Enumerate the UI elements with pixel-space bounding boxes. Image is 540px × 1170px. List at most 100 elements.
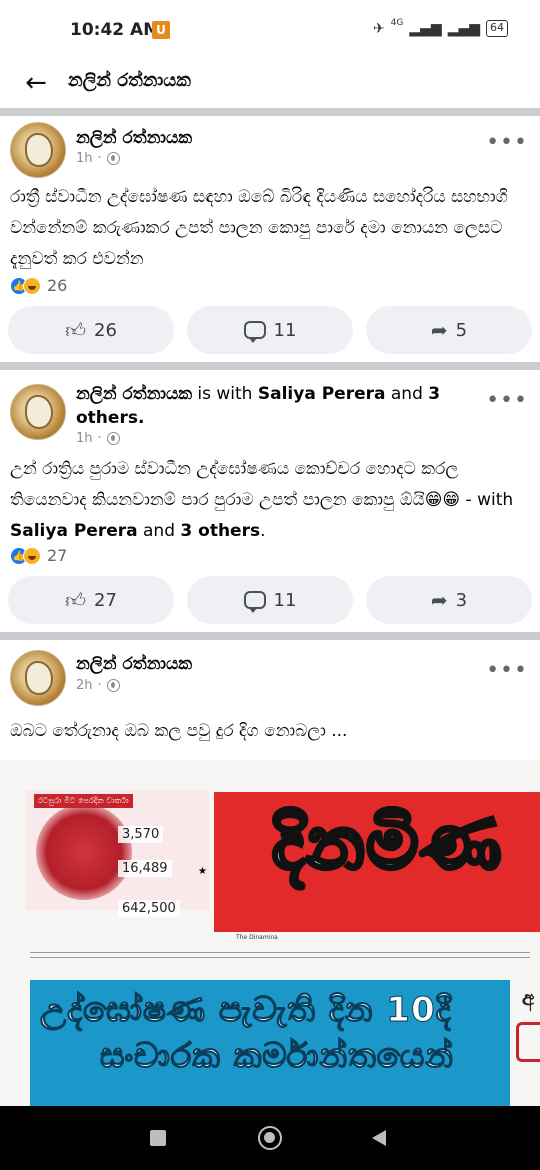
- post-1: නලින් රත්නායක 1h · ••• රාත්‍රී ස්වාධීන උද…: [0, 116, 540, 362]
- divider: [0, 362, 540, 370]
- share-button[interactable]: ➦ 3: [366, 576, 532, 624]
- tagged-others-inline[interactable]: 3 others: [180, 521, 260, 541]
- post-2: නලින් රත්නායක is with Saliya Perera and …: [0, 370, 540, 632]
- haha-reaction-icon: [23, 276, 41, 295]
- post-text: උන් රාත්‍රිය පුරාම ස්වාධීන උද්ඝෝෂණය කොච්…: [10, 454, 530, 547]
- newspaper-masthead: දිනමිණ: [214, 792, 540, 932]
- globe-icon: [106, 432, 120, 445]
- post-time[interactable]: 1h: [76, 431, 93, 446]
- right-edge-box: [516, 1022, 540, 1062]
- post-text: ඔබට තේරුනාද ඔබ කල පවු දුර දිග නොබලා ...: [10, 721, 348, 741]
- like-count: 26: [94, 319, 117, 341]
- post-text: රාත්‍රී ස්වාධීන උද්ඝෝෂණ සඳහා ඔබේ බිරිඳ ද…: [10, 187, 508, 269]
- more-options-icon[interactable]: •••: [486, 388, 528, 413]
- signal-icon-2: ▂▄▆: [447, 20, 480, 37]
- post-author[interactable]: නලින් රත්නායක: [76, 126, 496, 150]
- network-type: 4G: [390, 17, 404, 28]
- mute-icon: ✈︎: [372, 20, 385, 37]
- meta-dot: ·: [97, 431, 102, 446]
- author-name[interactable]: නලින් රත්නායක: [76, 654, 192, 674]
- haha-reaction-icon: [23, 546, 41, 565]
- avatar[interactable]: [10, 650, 66, 706]
- recents-icon[interactable]: [150, 1130, 166, 1146]
- author-name[interactable]: නලින් රත්නායක: [76, 128, 192, 148]
- tagged-person[interactable]: Saliya Perera: [258, 384, 386, 404]
- divider: [0, 632, 540, 640]
- and-label: and: [137, 521, 181, 541]
- text-end: .: [260, 521, 266, 541]
- home-icon[interactable]: [258, 1126, 282, 1150]
- reactions-count: 27: [47, 546, 68, 565]
- headline-line-2: සංචාරක කර්මාන්තයෙන්: [100, 1036, 454, 1077]
- with-prefix: is with: [197, 384, 253, 404]
- share-count: 3: [455, 589, 468, 611]
- reactions-summary[interactable]: 👍 26: [10, 276, 67, 295]
- stat-3: 642,500: [118, 900, 180, 917]
- masthead-title: දිනමිණ: [270, 798, 504, 887]
- avatar[interactable]: [10, 384, 66, 440]
- star-icon: ★: [198, 866, 207, 877]
- avatar-coin-icon: [25, 661, 53, 695]
- tagged-person-inline[interactable]: Saliya Perera: [10, 521, 138, 541]
- comment-icon: [243, 321, 266, 343]
- post-body: උන් රාත්‍රිය පුරාම ස්වාධීන උද්ඝෝෂණය කොච්…: [10, 459, 461, 510]
- thumbs-up-icon: 👍︎: [65, 317, 86, 342]
- author-name[interactable]: නලින් රත්නායක: [76, 384, 192, 404]
- post-time[interactable]: 2h: [76, 678, 93, 693]
- post-time[interactable]: 1h: [76, 151, 93, 166]
- like-button[interactable]: 👍︎ 26: [8, 306, 174, 354]
- status-time: 10:42 AM: [70, 20, 161, 40]
- masthead-small: The Dinamina: [236, 934, 278, 941]
- with-and: and: [390, 384, 423, 404]
- post-author[interactable]: නලින් රත්නායක: [76, 652, 496, 676]
- reactions-summary[interactable]: 👍 27: [10, 546, 67, 565]
- more-options-icon[interactable]: •••: [486, 130, 528, 155]
- with-label: - with: [460, 490, 514, 510]
- like-button[interactable]: 👍︎ 27: [8, 576, 174, 624]
- post-author: නලින් රත්නායක is with Saliya Perera and …: [76, 382, 496, 430]
- share-button[interactable]: ➦ 5: [366, 306, 532, 354]
- comment-count: 11: [273, 319, 297, 341]
- comment-button[interactable]: 11: [187, 576, 353, 624]
- covid-stats-panel: රටපුරා මීට පෙරදින වාර්තා 3,570 16,489 64…: [26, 790, 210, 917]
- comment-button[interactable]: 11: [187, 306, 353, 354]
- more-options-icon[interactable]: •••: [486, 658, 528, 683]
- page-title: නලින් රත්නායක: [68, 70, 191, 91]
- stat-1: 3,570: [118, 826, 164, 843]
- reactions-count: 26: [47, 276, 68, 295]
- share-count: 5: [455, 319, 468, 341]
- carrier-badge: U: [152, 21, 170, 39]
- post-meta: 1h ·: [76, 431, 120, 446]
- like-count: 27: [94, 589, 117, 611]
- meta-dot: ·: [97, 151, 102, 166]
- globe-icon: [106, 152, 120, 165]
- period: .: [137, 408, 145, 428]
- signal-icon: ▂▄▆: [409, 20, 442, 37]
- thumbs-up-icon: 👍︎: [65, 587, 86, 612]
- newspaper-rule: [30, 952, 530, 958]
- globe-icon: [106, 679, 120, 692]
- avatar-coin-icon: [25, 133, 53, 167]
- headline-banner: උද්ඝෝෂණ පැවැති දින 10දී සංචාරක කර්මාන්තය…: [30, 980, 510, 1106]
- back-arrow-icon[interactable]: ←: [20, 68, 52, 100]
- right-edge-char: අ: [522, 986, 535, 1010]
- android-nav-bar: [0, 1106, 540, 1170]
- app-bar: ← නලින් රත්නායක: [0, 60, 540, 108]
- post-image-newspaper[interactable]: රටපුරා මීට පෙරදින වාර්තා 3,570 16,489 64…: [0, 760, 540, 1106]
- meta-dot: ·: [97, 678, 102, 693]
- comment-icon: [243, 591, 266, 613]
- back-triangle-icon[interactable]: [372, 1130, 386, 1146]
- headline-line-1: උද්ඝෝෂණ පැවැති දින 10දී: [40, 990, 452, 1031]
- share-icon: ➦: [430, 318, 448, 342]
- post-meta: 2h ·: [76, 678, 120, 693]
- comment-count: 11: [273, 589, 297, 611]
- avatar[interactable]: [10, 122, 66, 178]
- stat-2: 16,489: [118, 860, 172, 877]
- divider: [0, 108, 540, 116]
- virus-graphic: [36, 804, 132, 900]
- post-meta: 1h ·: [76, 151, 120, 166]
- share-icon: ➦: [430, 588, 448, 612]
- status-bar: 10:42 AM U ✈︎ 4G ▂▄▆ ▂▄▆ 64: [0, 0, 540, 60]
- action-row: 👍︎ 26 11 ➦ 5: [8, 306, 532, 354]
- avatar-coin-icon: [25, 395, 53, 429]
